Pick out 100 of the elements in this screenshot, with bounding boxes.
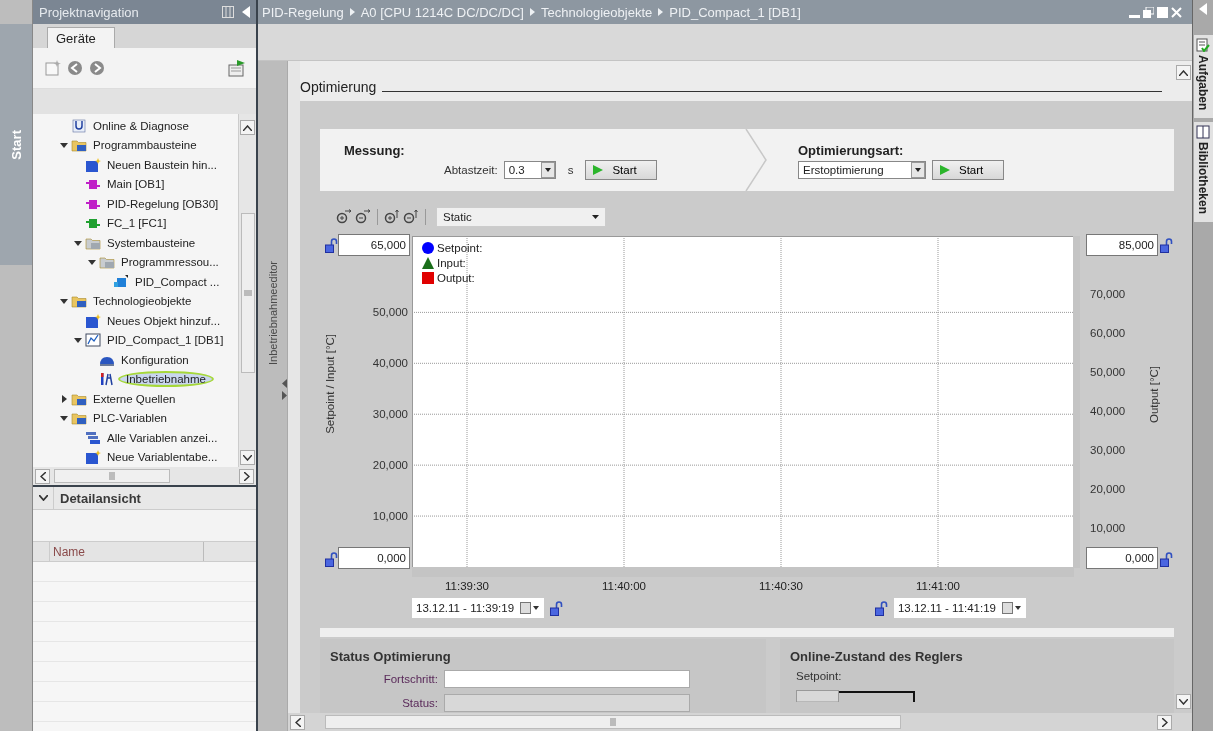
padlock-icon[interactable] (1160, 552, 1173, 567)
zoom-out-horizontal-icon[interactable] (355, 209, 371, 225)
collapse-arrow-icon[interactable] (242, 6, 250, 18)
axis-tick-label: 50,000 (1090, 365, 1126, 380)
legend-label: Output: (437, 272, 475, 284)
padlock-icon[interactable] (325, 552, 338, 567)
scrollbar[interactable] (33, 467, 256, 487)
new-item-icon (85, 449, 101, 466)
start-button[interactable]: Start (585, 160, 658, 180)
caret-icon[interactable] (74, 336, 82, 345)
scroll-up-icon[interactable] (1178, 69, 1188, 76)
axis-min-field[interactable]: 0,000 (338, 547, 410, 569)
caret-icon[interactable] (60, 394, 68, 403)
scroll-left-icon[interactable] (39, 471, 46, 481)
calendar-dropdown-icon[interactable] (520, 602, 541, 614)
axis-tick-label: 30,000 (372, 407, 408, 422)
tree-item[interactable]: Externe Quellen (90, 392, 179, 405)
side-tab[interactable]: Bibliotheken (1193, 122, 1213, 223)
start-button[interactable]: Start (932, 160, 1004, 180)
panel-title: Detailansicht (59, 490, 141, 506)
zoom-out-vertical-icon[interactable] (403, 209, 419, 225)
maximize-icon[interactable] (1157, 6, 1168, 18)
tree-item[interactable]: Systembausteine (104, 236, 199, 249)
tree-item[interactable]: Alle Variablen anzei... (104, 431, 221, 444)
caret-icon[interactable] (60, 141, 68, 150)
dropdown-arrow-icon (592, 215, 599, 219)
forward-icon[interactable] (89, 60, 105, 76)
tree-item[interactable]: Online & Diagnose (90, 119, 192, 132)
field-label: Setpoint: (795, 670, 843, 682)
axis-tick-label: 60,000 (1090, 326, 1126, 341)
scrollbar[interactable] (288, 713, 1192, 731)
tree-item[interactable]: Main [OB1] (104, 178, 168, 191)
layout-icon[interactable] (222, 6, 234, 18)
axis-max-field[interactable]: 65,000 (338, 234, 410, 256)
play-icon (939, 164, 951, 176)
folder-icon (71, 137, 87, 154)
folder-icon (99, 254, 115, 271)
caret-icon[interactable] (74, 238, 82, 247)
scroll-down-icon[interactable] (243, 454, 252, 461)
tree-item[interactable]: FC_1 [FC1] (104, 217, 170, 230)
caret-icon[interactable] (88, 258, 96, 267)
close-icon[interactable] (1171, 6, 1182, 18)
tree-item[interactable]: Programmbausteine (90, 139, 200, 152)
sample-time-select[interactable]: 0.3 (503, 161, 556, 179)
tree-item[interactable]: Konfiguration (118, 353, 192, 366)
scroll-right-icon[interactable] (1161, 717, 1168, 727)
separator-icon (529, 8, 535, 16)
tab[interactable]: Geräte (47, 27, 115, 48)
expand-arrow-icon[interactable] (282, 391, 287, 400)
caret-icon[interactable] (60, 414, 68, 423)
axis-title: Output [°C] (1148, 366, 1160, 423)
tree-item[interactable]: Programmressou... (118, 256, 222, 269)
tree-item[interactable]: Inbetriebnahme (118, 371, 214, 388)
tree-item[interactable]: Neues Objekt hinzuf... (104, 314, 224, 327)
zoom-in-vertical-icon[interactable] (384, 209, 400, 225)
back-icon[interactable] (67, 60, 83, 76)
time-tick-label: 11:40:30 (759, 580, 803, 592)
scroll-down-icon[interactable] (1178, 698, 1188, 705)
zoom-in-horizontal-icon[interactable] (336, 209, 352, 225)
start-time-field[interactable]: 13.12.11 - 11:39:19 (412, 598, 545, 618)
padlock-icon[interactable] (874, 600, 888, 616)
tree-item[interactable]: PID_Compact_1 [DB1] (104, 334, 227, 347)
tree-item[interactable]: PID-Regelung [OB30] (104, 197, 222, 210)
unit-label: s (567, 164, 574, 176)
tree-item[interactable]: PLC-Variablen (90, 412, 170, 425)
field-label: Abtastzeit: (444, 164, 498, 176)
calendar-dropdown-icon[interactable] (1002, 602, 1022, 614)
tools-icon (99, 371, 115, 388)
padlock-icon[interactable] (550, 600, 564, 616)
end-time-field[interactable]: 13.12.11 - 11:41:19 (893, 598, 1026, 618)
editor-tab[interactable]: Inbetriebnahmeeditor (266, 261, 279, 365)
axis-max-field[interactable]: 85,000 (1086, 234, 1158, 256)
tree-item[interactable]: Neue Variablentabe... (104, 451, 221, 464)
tuning-mode-select[interactable]: Erstoptimierung (798, 161, 926, 179)
padlock-icon[interactable] (1160, 238, 1173, 253)
padlock-icon[interactable] (325, 238, 338, 253)
tree-item[interactable]: Neuen Baustein hin... (104, 158, 220, 171)
tree-item[interactable]: PID_Compact ... (132, 275, 223, 288)
time-tick-label: 11:39:30 (445, 580, 489, 592)
restore-icon[interactable] (1143, 6, 1154, 18)
axis-min-field[interactable]: 0,000 (1086, 547, 1158, 569)
grip-icon (109, 472, 115, 480)
tree-item[interactable]: Technologieobjekte (90, 295, 195, 308)
panel-title: Messung: (344, 143, 406, 158)
trend-icon (85, 332, 101, 349)
device-sync-icon[interactable] (228, 59, 246, 77)
book-icon (1196, 125, 1210, 140)
side-tab[interactable]: Aufgaben (1193, 35, 1213, 119)
scroll-left-icon[interactable] (294, 717, 301, 727)
grip-icon (243, 289, 252, 296)
panel-title: Optimierungsart: (798, 143, 905, 158)
collapse-arrow-icon[interactable] (282, 379, 287, 388)
separator-icon (349, 8, 355, 16)
chevron-down-icon[interactable] (38, 495, 48, 501)
scroll-right-icon[interactable] (243, 471, 250, 481)
legend-label: Setpoint: (437, 242, 483, 254)
section-title: Optimierung (300, 79, 378, 95)
view-mode-select[interactable]: Static (436, 207, 606, 227)
caret-icon[interactable] (60, 297, 68, 306)
scroll-up-icon[interactable] (243, 124, 252, 131)
